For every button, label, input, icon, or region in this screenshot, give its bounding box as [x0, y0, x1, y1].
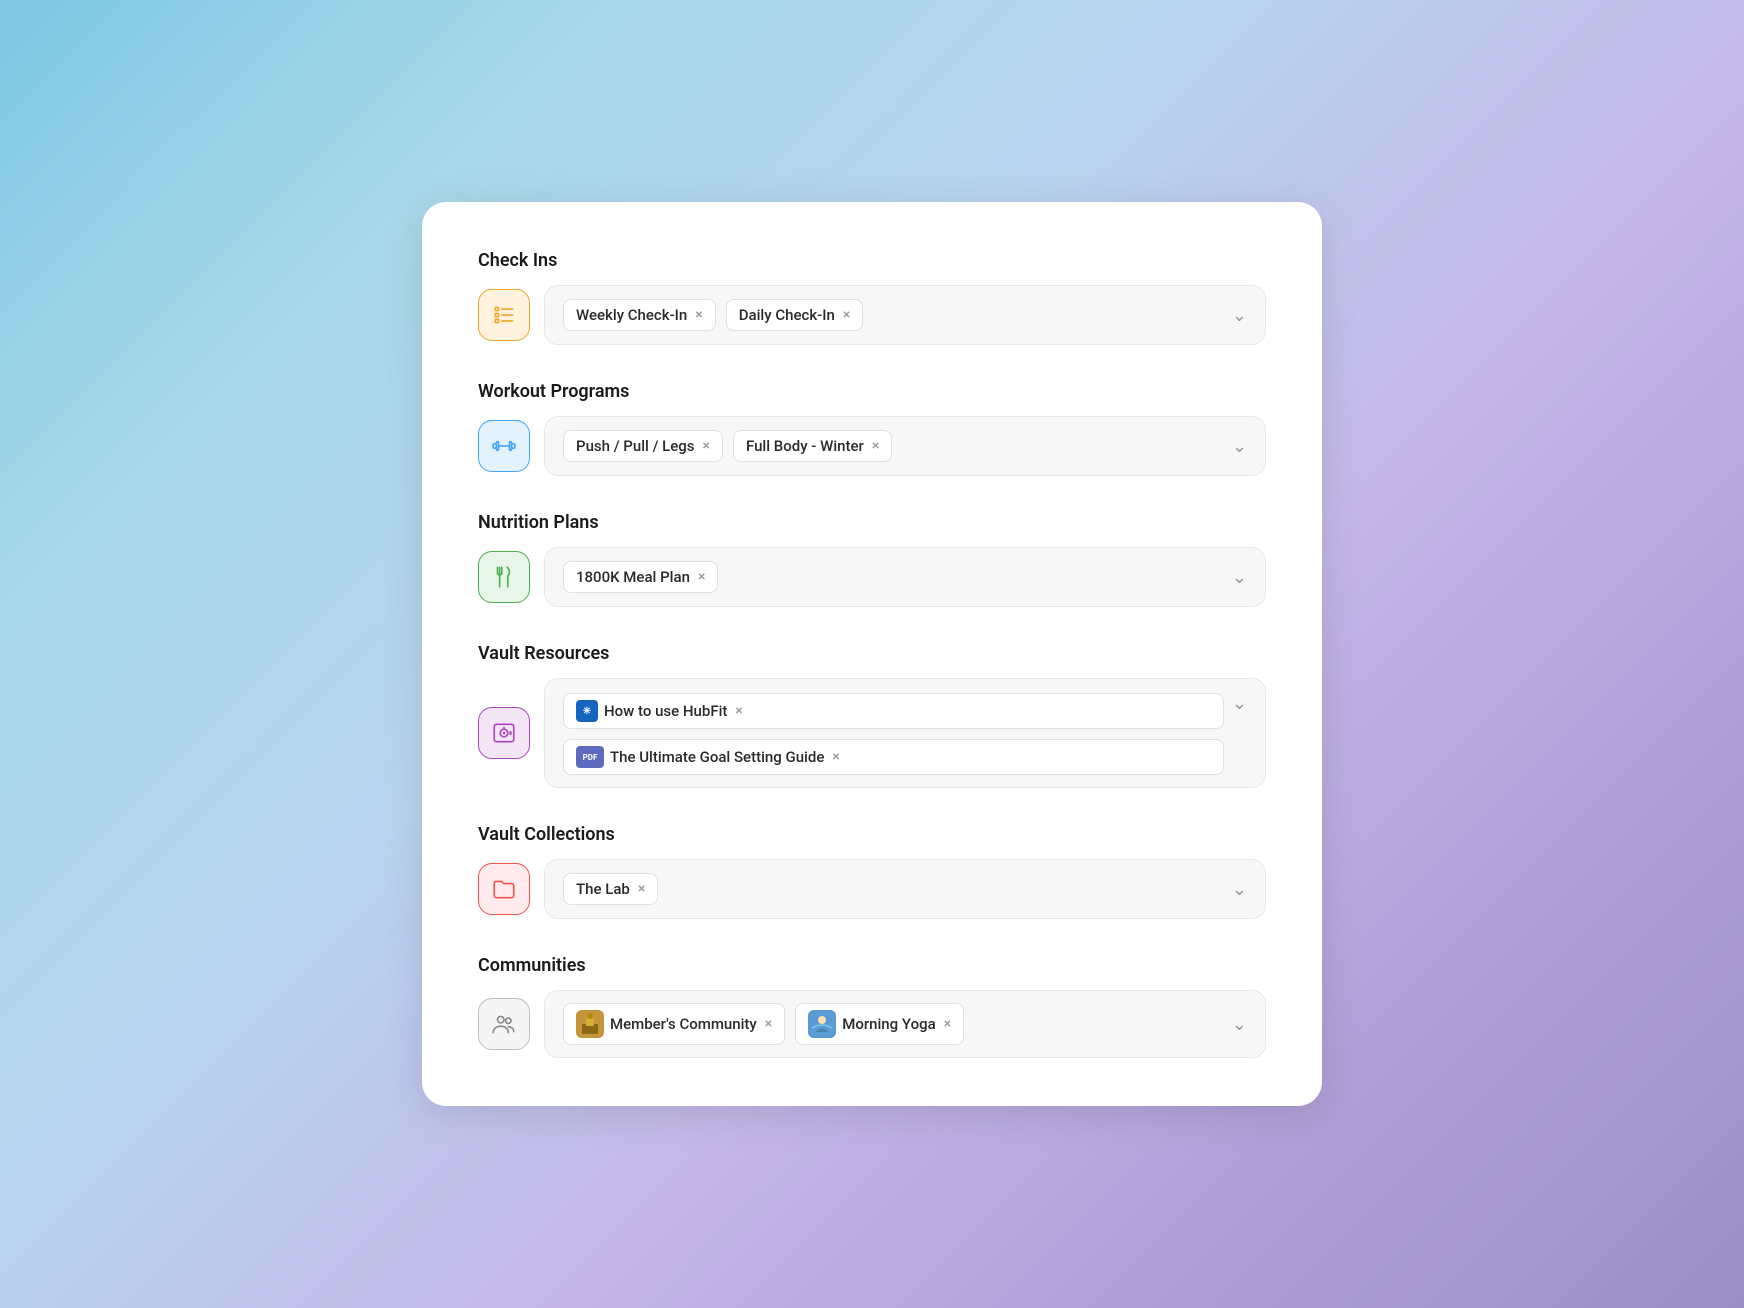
communities-section: Communities Member's Community: [478, 955, 1266, 1058]
members-community-tag[interactable]: Member's Community ×: [563, 1003, 785, 1045]
morning-yoga-tag[interactable]: Morning Yoga ×: [795, 1003, 964, 1045]
checklist-icon: [491, 302, 517, 328]
workout-programs-row: Push / Pull / Legs × Full Body - Winter …: [478, 416, 1266, 476]
vault-resources-selector[interactable]: ✳ How to use HubFit × PDF The Ultimate G…: [544, 678, 1266, 788]
pdf-badge-icon: PDF: [576, 746, 604, 768]
nutrition-plans-selector[interactable]: 1800K Meal Plan × ⌄: [544, 547, 1266, 607]
nutrition-plans-label: Nutrition Plans: [478, 512, 1266, 533]
main-card: Check Ins Weekly Check-In ×: [422, 202, 1322, 1106]
workout-programs-tags: Push / Pull / Legs × Full Body - Winter …: [563, 430, 1224, 462]
the-lab-remove[interactable]: ×: [638, 881, 645, 897]
communities-chevron[interactable]: ⌄: [1232, 1014, 1247, 1035]
check-ins-chevron[interactable]: ⌄: [1232, 305, 1247, 326]
vault-resources-section: Vault Resources ✳ How to use HubFit ×: [478, 643, 1266, 788]
vault-resources-icon-wrap: [478, 707, 530, 759]
morning-yoga-label: Morning Yoga: [842, 1015, 935, 1033]
check-ins-tags: Weekly Check-In × Daily Check-In ×: [563, 299, 1224, 331]
vault-icon: [491, 720, 517, 746]
folder-icon: [491, 876, 517, 902]
weekly-checkin-remove[interactable]: ×: [695, 307, 702, 323]
members-community-remove[interactable]: ×: [765, 1016, 772, 1032]
morning-yoga-remove[interactable]: ×: [944, 1016, 951, 1032]
members-community-label: Member's Community: [610, 1015, 757, 1033]
workout-programs-label: Workout Programs: [478, 381, 1266, 402]
vault-collections-tags: The Lab ×: [563, 873, 1224, 905]
check-ins-section: Check Ins Weekly Check-In ×: [478, 250, 1266, 345]
vault-collections-label: Vault Collections: [478, 824, 1266, 845]
workout-programs-selector[interactable]: Push / Pull / Legs × Full Body - Winter …: [544, 416, 1266, 476]
push-pull-legs-label: Push / Pull / Legs: [576, 437, 695, 455]
workout-programs-icon-wrap: [478, 420, 530, 472]
goal-setting-guide-label: The Ultimate Goal Setting Guide: [610, 748, 824, 766]
vault-resources-tags: ✳ How to use HubFit × PDF The Ultimate G…: [563, 693, 1224, 775]
vault-resources-row: ✳ How to use HubFit × PDF The Ultimate G…: [478, 678, 1266, 788]
push-pull-legs-remove[interactable]: ×: [703, 438, 710, 454]
how-to-hubfit-label: How to use HubFit: [604, 702, 727, 720]
community1-thumb: [576, 1010, 604, 1038]
workout-programs-section: Workout Programs Push / Pull / Legs ×: [478, 381, 1266, 476]
vault-resources-chevron[interactable]: ⌄: [1232, 693, 1247, 714]
communities-selector[interactable]: Member's Community × Morning Yoga × ⌄: [544, 990, 1266, 1058]
vault-collections-selector[interactable]: The Lab × ⌄: [544, 859, 1266, 919]
the-lab-tag[interactable]: The Lab ×: [563, 873, 658, 905]
vault-resources-label: Vault Resources: [478, 643, 1266, 664]
the-lab-label: The Lab: [576, 880, 630, 898]
full-body-winter-tag[interactable]: Full Body - Winter ×: [733, 430, 892, 462]
vault-collections-icon-wrap: [478, 863, 530, 915]
people-icon: [491, 1011, 517, 1037]
vault-collections-row: The Lab × ⌄: [478, 859, 1266, 919]
nutrition-plans-row: 1800K Meal Plan × ⌄: [478, 547, 1266, 607]
communities-icon-wrap: [478, 998, 530, 1050]
communities-row: Member's Community × Morning Yoga × ⌄: [478, 990, 1266, 1058]
how-to-hubfit-remove[interactable]: ×: [735, 703, 742, 719]
daily-checkin-label: Daily Check-In: [739, 306, 835, 324]
communities-label: Communities: [478, 955, 1266, 976]
daily-checkin-tag[interactable]: Daily Check-In ×: [726, 299, 864, 331]
check-ins-icon-wrap: [478, 289, 530, 341]
check-ins-selector[interactable]: Weekly Check-In × Daily Check-In × ⌄: [544, 285, 1266, 345]
check-ins-row: Weekly Check-In × Daily Check-In × ⌄: [478, 285, 1266, 345]
weekly-checkin-tag[interactable]: Weekly Check-In ×: [563, 299, 716, 331]
dumbbell-icon: [491, 433, 517, 459]
goal-setting-guide-remove[interactable]: ×: [832, 749, 839, 765]
daily-checkin-remove[interactable]: ×: [843, 307, 850, 323]
meal-plan-1800-label: 1800K Meal Plan: [576, 568, 690, 586]
meal-plan-1800-remove[interactable]: ×: [698, 569, 705, 585]
full-body-winter-label: Full Body - Winter: [746, 437, 864, 455]
nutrition-plans-section: Nutrition Plans 1800K Meal Plan ×: [478, 512, 1266, 607]
workout-programs-chevron[interactable]: ⌄: [1232, 436, 1247, 457]
vault-collections-chevron[interactable]: ⌄: [1232, 879, 1247, 900]
communities-tags: Member's Community × Morning Yoga ×: [563, 1003, 1224, 1045]
snowflake-badge-icon: ✳: [576, 700, 598, 722]
weekly-checkin-label: Weekly Check-In: [576, 306, 687, 324]
push-pull-legs-tag[interactable]: Push / Pull / Legs ×: [563, 430, 723, 462]
community2-thumb: [808, 1010, 836, 1038]
check-ins-label: Check Ins: [478, 250, 1266, 271]
nutrition-plans-tags: 1800K Meal Plan ×: [563, 561, 1224, 593]
how-to-hubfit-tag[interactable]: ✳ How to use HubFit ×: [563, 693, 1224, 729]
vault-collections-section: Vault Collections The Lab × ⌄: [478, 824, 1266, 919]
nutrition-plans-icon-wrap: [478, 551, 530, 603]
meal-plan-1800-tag[interactable]: 1800K Meal Plan ×: [563, 561, 718, 593]
fork-knife-icon: [491, 564, 517, 590]
nutrition-plans-chevron[interactable]: ⌄: [1232, 567, 1247, 588]
goal-setting-guide-tag[interactable]: PDF The Ultimate Goal Setting Guide ×: [563, 739, 1224, 775]
full-body-winter-remove[interactable]: ×: [872, 438, 879, 454]
